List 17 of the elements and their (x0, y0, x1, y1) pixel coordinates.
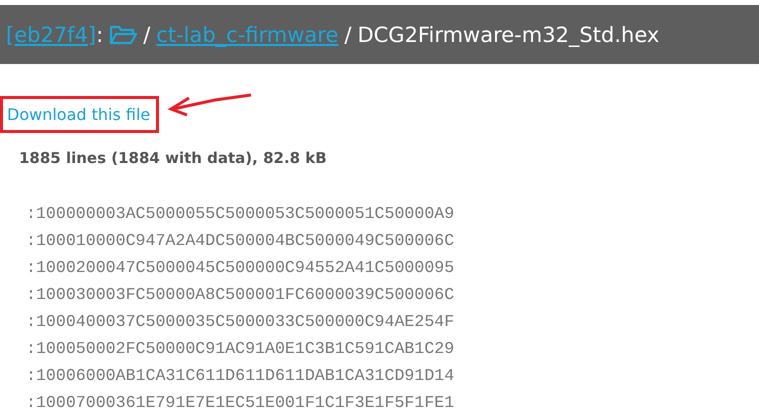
code-line: :10007000361E791E7E1EC51E001F1C1F3E1F5F1FE1 (26, 392, 456, 414)
code-line: :1000200047C5000045C500000C94552A41C5000095 (26, 257, 456, 279)
separator: / (344, 22, 352, 46)
folder-link[interactable]: ct-lab_c-firmware (156, 22, 338, 46)
file-info: 1885 lines (1884 with data), 82.8 kB (19, 149, 328, 167)
code-line: :100000003AC5000055C5000053C5000051C50000A9 (26, 203, 456, 225)
code-line: :100010000C947A2A4DC500004BC5000049C500006C (26, 230, 456, 252)
code-line: :10006000AB1CA31C611D611D611DAB1CA31CD91D14 (26, 365, 456, 387)
download-link[interactable]: Download this file (7, 105, 150, 124)
code-line: :1000400037C5000035C5000033C500000C94AE254F (26, 311, 456, 333)
file-name: DCG2Firmware-m32_Std.hex (357, 22, 660, 46)
commit-link[interactable]: [eb27f4] (6, 22, 96, 46)
code-line: :100030003FC50000A8C500001FC6000039C500006C (26, 284, 456, 306)
code-line: :100050002FC50000C91AC91A0E1C3B1C591CAB1C29 (26, 338, 456, 360)
folder-icon[interactable] (109, 24, 138, 46)
separator: : (96, 22, 104, 46)
separator: / (143, 22, 150, 46)
